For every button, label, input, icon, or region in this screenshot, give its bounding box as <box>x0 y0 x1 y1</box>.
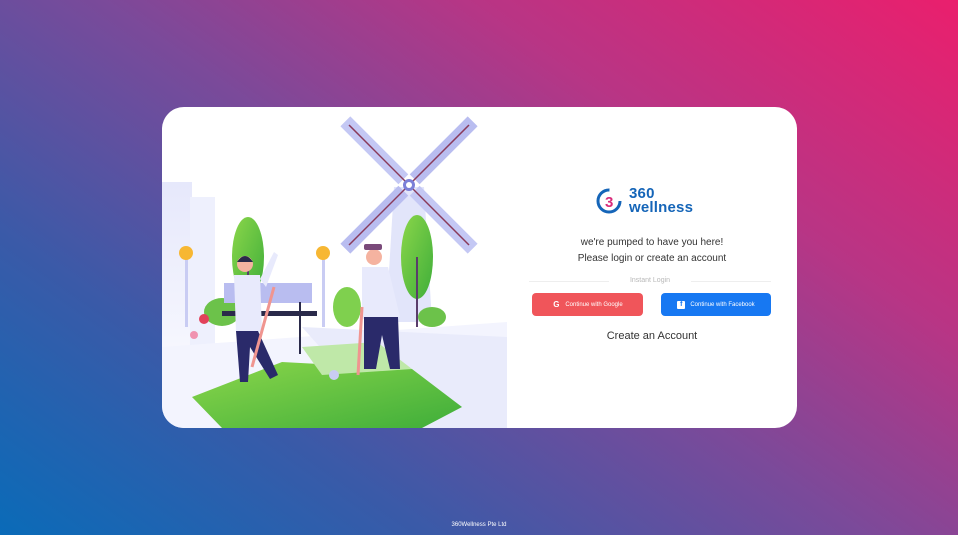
svg-text:3: 3 <box>605 194 613 211</box>
logo-3-icon: 3 <box>596 188 622 214</box>
google-login-button[interactable]: G Continue with Google <box>532 293 643 316</box>
footer-text: 360Wellness Pte Ltd <box>451 522 507 528</box>
google-button-label: Continue with Google <box>565 301 623 308</box>
tagline-line1: we're pumped to have you here! <box>580 237 724 248</box>
tagline-line2: Please login or create an account <box>577 253 727 264</box>
brand-line2: wellness <box>629 199 694 216</box>
welcome-text: we're pumped to have you here! Please lo… <box>507 235 797 267</box>
brand-logo: 3 360 wellness <box>595 186 694 216</box>
facebook-login-button[interactable]: f Continue with Facebook <box>661 293 771 316</box>
facebook-button-label: Continue with Facebook <box>690 301 755 308</box>
create-account-link[interactable]: Create an Account <box>507 330 797 342</box>
instant-login-label: Instant Login <box>529 277 771 284</box>
login-card: 3 360 wellness we're pumped to have you … <box>162 107 797 428</box>
login-panel: 3 360 wellness we're pumped to have you … <box>507 107 797 428</box>
google-icon: G <box>553 300 560 309</box>
facebook-icon: f <box>677 300 686 309</box>
golf-windmill-illustration <box>162 116 507 428</box>
